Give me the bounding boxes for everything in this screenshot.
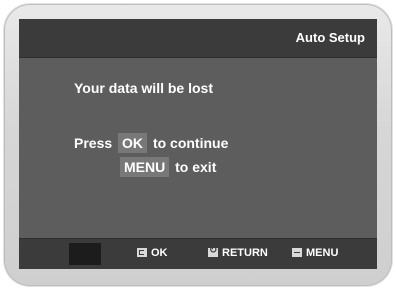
exit-instruction: MENU to exit — [118, 157, 216, 177]
return-icon — [208, 245, 218, 257]
warning-message: Your data will be lost — [74, 80, 213, 96]
menu-hint-label: MENU — [306, 247, 339, 259]
title-bar: Auto Setup — [19, 19, 377, 58]
page-title: Auto Setup — [295, 30, 365, 45]
return-hint[interactable]: RETURN — [208, 245, 268, 259]
color-swatch — [69, 243, 101, 265]
exit-label: to exit — [175, 159, 217, 175]
osd-screen: Auto Setup Your data will be lost Press … — [19, 19, 377, 269]
ok-key[interactable]: OK — [118, 133, 148, 153]
return-hint-label: RETURN — [222, 247, 268, 259]
ok-icon — [137, 248, 147, 257]
ok-hint-label: OK — [151, 247, 168, 259]
continue-instruction: Press OK to continue — [74, 133, 228, 153]
menu-hint[interactable]: MENU — [292, 247, 338, 259]
press-label: Press — [74, 135, 113, 151]
menu-key[interactable]: MENU — [120, 157, 170, 177]
continue-label: to continue — [152, 135, 229, 151]
ok-hint[interactable]: OK — [137, 247, 168, 259]
menu-icon — [292, 248, 302, 257]
button-hint-bar: OK RETURN MENU — [19, 238, 377, 269]
